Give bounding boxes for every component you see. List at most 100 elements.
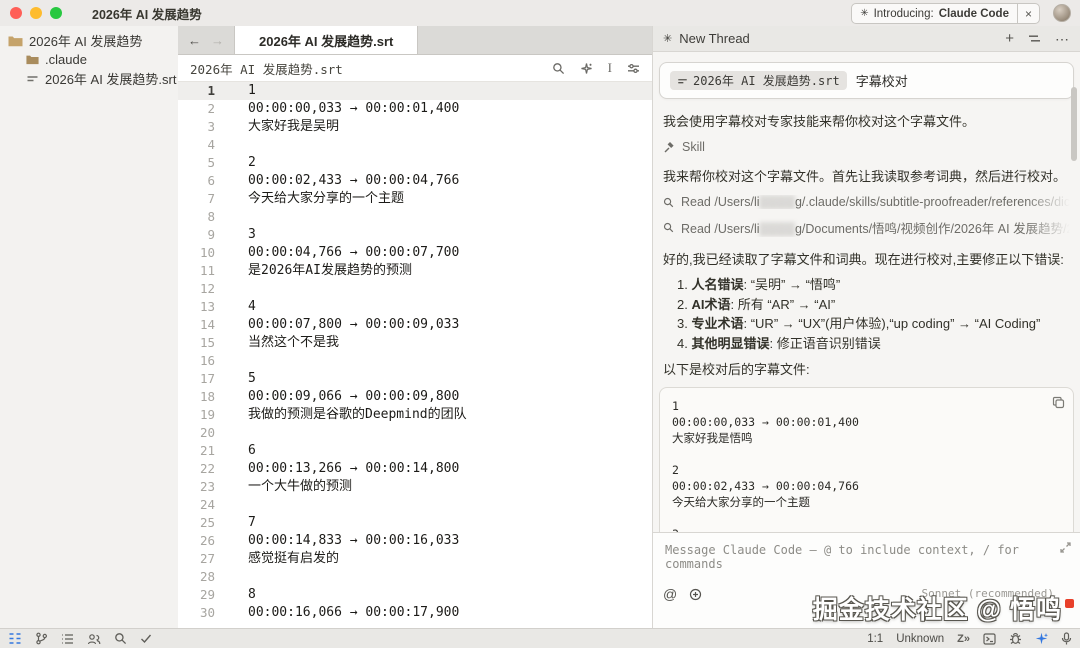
editor-line[interactable]: 11 — [178, 82, 652, 100]
claude-code-banner-label[interactable]: ✳ Introducing: Claude Code — [852, 8, 1017, 20]
debug-bug-icon[interactable] — [1009, 632, 1022, 645]
editor-line[interactable]: 134 — [178, 298, 652, 316]
editor-line[interactable]: 12 — [178, 280, 652, 298]
tree-item-srt-file[interactable]: 2026年 AI 发展趋势.srt — [0, 69, 178, 88]
line-text: 感觉挺有启发的 — [224, 550, 339, 568]
editor-line[interactable]: 15当然这个不是我 — [178, 334, 652, 352]
search-icon[interactable] — [114, 632, 127, 645]
project-panel-icon[interactable] — [8, 632, 22, 645]
tab-srt-file[interactable]: 2026年 AI 发展趋势.srt — [234, 26, 418, 54]
breadcrumb[interactable]: 2026年 AI 发展趋势.srt — [190, 59, 343, 78]
editor-line[interactable]: 200:00:00,033 → 00:00:01,400 — [178, 100, 652, 118]
zoom-window-button[interactable] — [50, 7, 62, 19]
cursor-position[interactable]: 1:1 — [867, 633, 883, 645]
read-tool-call[interactable]: Read /Users/li▒▒▒▒g/.claude/skills/subti… — [663, 195, 1070, 209]
editor-line[interactable]: 298 — [178, 586, 652, 604]
line-number: 25 — [178, 514, 224, 532]
burst-plus-icon[interactable] — [689, 588, 702, 601]
outline-icon[interactable] — [61, 633, 74, 645]
line-number: 8 — [178, 208, 224, 226]
chat-scrollbar[interactable] — [1071, 87, 1077, 161]
status-bar: 1:1 Unknown Z» — [0, 628, 1080, 648]
skill-tool-call[interactable]: Skill — [663, 140, 1070, 154]
editor-line[interactable]: 2600:00:14,833 → 00:00:16,033 — [178, 532, 652, 550]
folder-icon — [26, 54, 39, 65]
hammer-icon — [663, 141, 675, 153]
editor-line[interactable]: 24 — [178, 496, 652, 514]
language-selector[interactable]: Unknown — [896, 633, 944, 645]
message-input[interactable] — [653, 533, 1080, 593]
git-branch-icon[interactable] — [35, 632, 48, 645]
edit-prediction-icon[interactable]: Z» — [957, 633, 970, 645]
editor-line[interactable]: 27感觉挺有启发的 — [178, 550, 652, 568]
diagnostics-check-icon[interactable] — [140, 633, 152, 644]
thread-title: New Thread — [679, 31, 750, 46]
editor-line[interactable]: 7今天给大家分享的一个主题 — [178, 190, 652, 208]
read-tool-call[interactable]: Read /Users/li▒▒▒▒g/Documents/悟鸣/视频创作/20… — [663, 218, 1070, 237]
line-text: 今天给大家分享的一个主题 — [224, 190, 404, 208]
microphone-icon[interactable] — [1061, 632, 1072, 645]
line-text: 是2026年AI发展趋势的预测 — [224, 262, 412, 280]
banner-close-icon[interactable]: × — [1018, 7, 1039, 21]
tree-item-claude-folder[interactable]: .claude — [0, 50, 178, 69]
file-context-chip[interactable]: 2026年 AI 发展趋势.srt — [670, 71, 847, 90]
editor-line[interactable]: 28 — [178, 568, 652, 586]
mention-icon[interactable]: @ — [663, 586, 677, 602]
tree-item-root-folder[interactable]: 2026年 AI 发展趋势 — [0, 31, 178, 50]
editor-line[interactable]: 216 — [178, 442, 652, 460]
text-cursor-icon[interactable]: I — [608, 60, 612, 76]
back-icon[interactable]: ← — [188, 33, 201, 48]
close-window-button[interactable] — [10, 7, 22, 19]
claude-code-banner[interactable]: ✳ Introducing: Claude Code × — [851, 3, 1040, 24]
editor-line[interactable]: 1400:00:07,800 → 00:00:09,033 — [178, 316, 652, 334]
copy-icon[interactable] — [1052, 396, 1065, 409]
editor-line[interactable]: 93 — [178, 226, 652, 244]
editor-settings-icon[interactable] — [627, 62, 640, 75]
editor-line[interactable]: 52 — [178, 154, 652, 172]
line-text: 5 — [224, 370, 256, 388]
editor-line[interactable]: 1000:00:04,766 → 00:00:07,700 — [178, 244, 652, 262]
terminal-icon[interactable] — [983, 633, 996, 645]
editor-line[interactable]: 257 — [178, 514, 652, 532]
line-text: 00:00:09,066 → 00:00:09,800 — [224, 388, 459, 406]
editor-line[interactable]: 2200:00:13,266 → 00:00:14,800 — [178, 460, 652, 478]
editor-line[interactable]: 8 — [178, 208, 652, 226]
line-text — [224, 496, 248, 514]
line-number: 22 — [178, 460, 224, 478]
editor-line[interactable]: 175 — [178, 370, 652, 388]
editor-line[interactable]: 16 — [178, 352, 652, 370]
new-thread-icon[interactable]: + — [1005, 31, 1014, 46]
editor-line[interactable]: 1800:00:09,066 → 00:00:09,800 — [178, 388, 652, 406]
search-icon[interactable] — [552, 62, 565, 75]
line-text: 00:00:04,766 → 00:00:07,700 — [224, 244, 459, 262]
line-text — [224, 568, 248, 586]
line-text — [224, 136, 248, 154]
user-avatar[interactable] — [1053, 4, 1071, 22]
agent-sparkle-icon[interactable] — [1035, 632, 1048, 645]
editor-line[interactable]: 23一个大牛做的预测 — [178, 478, 652, 496]
thread-star-icon: ✳ — [663, 32, 672, 45]
project-panel: 2026年 AI 发展趋势 .claude 2026年 AI 发展趋势.srt — [0, 26, 179, 628]
line-text: 1 — [224, 82, 256, 100]
editor-line[interactable]: 3000:00:16,066 → 00:00:17,900 — [178, 604, 652, 622]
line-number: 21 — [178, 442, 224, 460]
editor-line[interactable]: 3大家好我是吴明 — [178, 118, 652, 136]
collab-people-icon[interactable] — [87, 633, 101, 645]
read-path: Read /Users/li▒▒▒▒g/.claude/skills/subti… — [681, 195, 1070, 209]
expand-input-icon[interactable] — [1060, 542, 1071, 553]
user-message[interactable]: 2026年 AI 发展趋势.srt 字幕校对 — [659, 62, 1074, 99]
watermark-red-dot — [1065, 599, 1074, 608]
redacted-text: ▒▒▒▒ — [760, 195, 795, 209]
thread-history-icon[interactable] — [1028, 33, 1041, 44]
inline-assist-icon[interactable] — [580, 62, 593, 75]
forward-icon[interactable]: → — [211, 33, 224, 48]
editor-line[interactable]: 20 — [178, 424, 652, 442]
line-text: 00:00:14,833 → 00:00:16,033 — [224, 532, 459, 550]
editor-line[interactable]: 4 — [178, 136, 652, 154]
minimize-window-button[interactable] — [30, 7, 42, 19]
editor-line[interactable]: 600:00:02,433 → 00:00:04,766 — [178, 172, 652, 190]
more-options-icon[interactable]: ⋯ — [1055, 32, 1070, 46]
line-number: 28 — [178, 568, 224, 586]
editor-line[interactable]: 11是2026年AI发展趋势的预测 — [178, 262, 652, 280]
editor-line[interactable]: 19我做的预测是谷歌的Deepmind的团队 — [178, 406, 652, 424]
